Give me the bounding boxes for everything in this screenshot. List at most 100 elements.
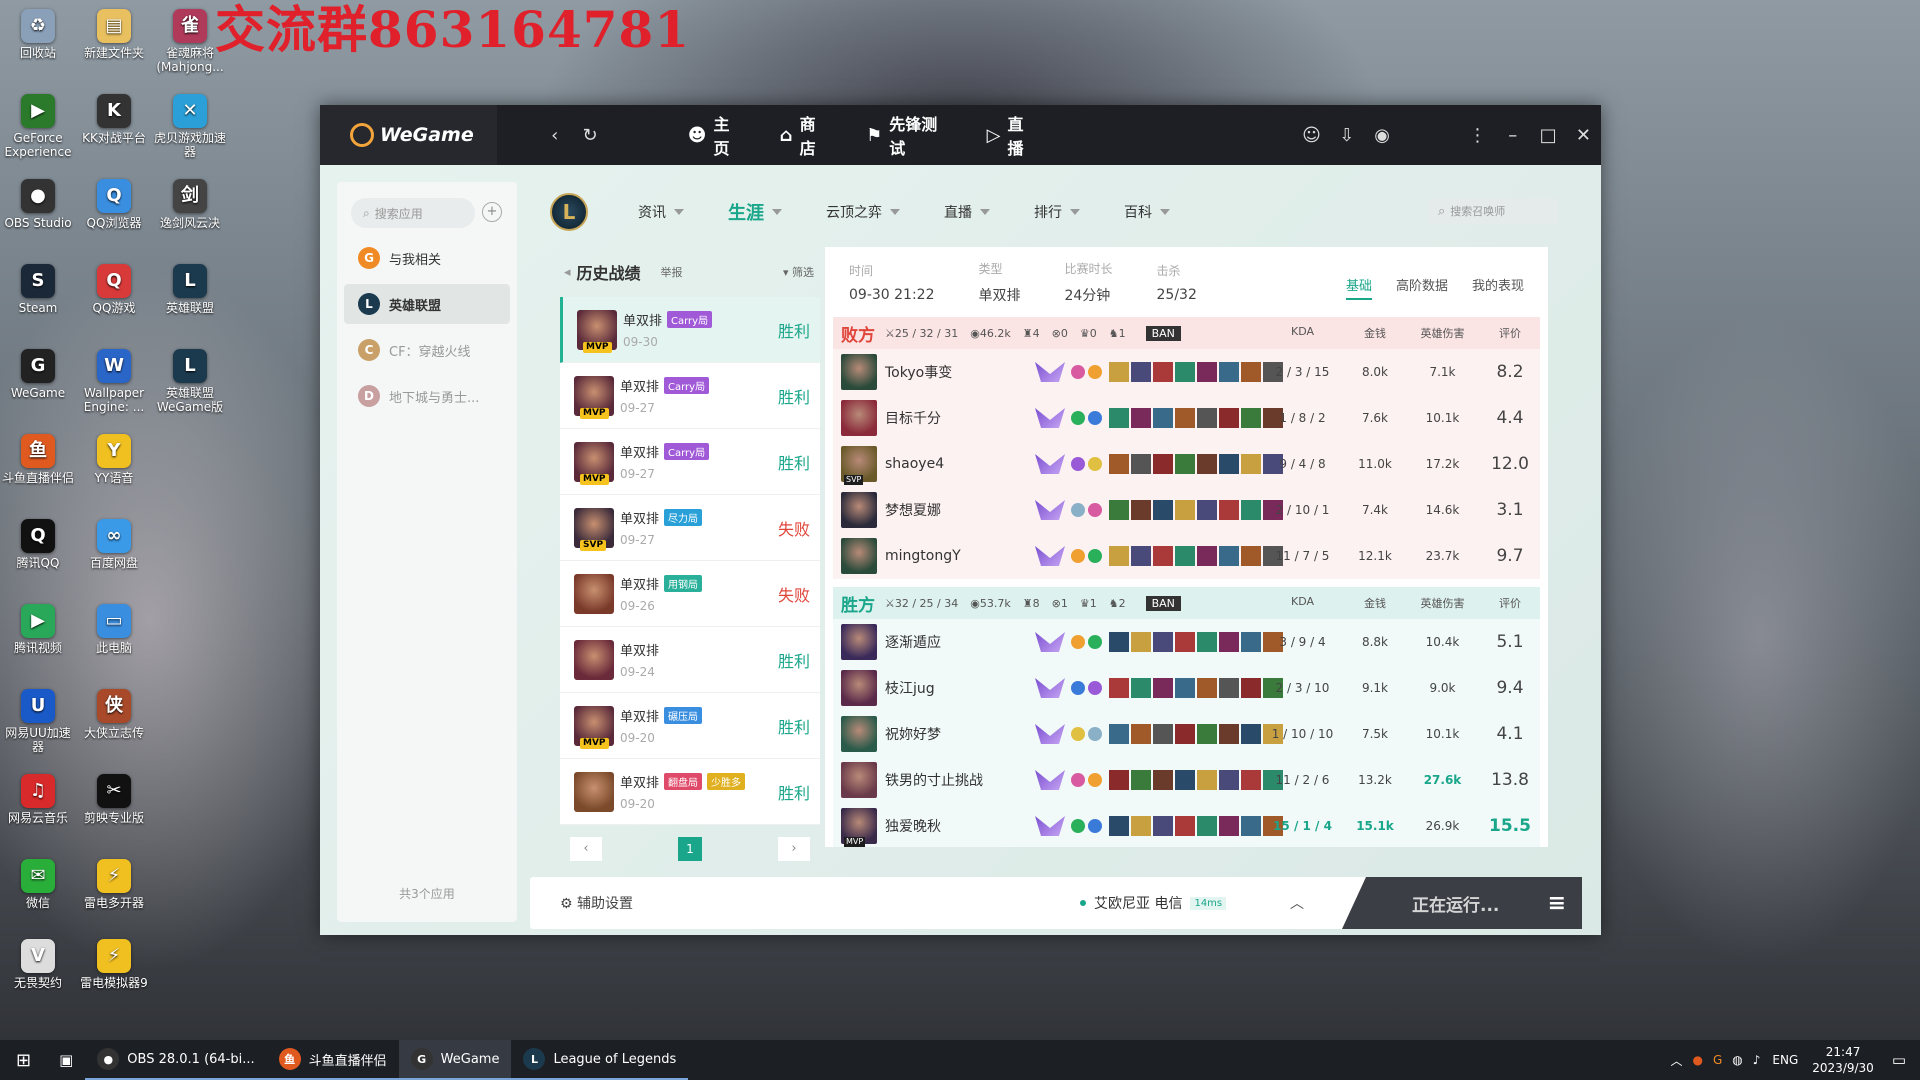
- lol-nav-item[interactable]: 直播: [944, 199, 990, 225]
- desktop-icon[interactable]: Q 腾讯QQ: [0, 515, 76, 570]
- minimize-icon[interactable]: –: [1495, 125, 1530, 146]
- player-row[interactable]: Tokyo事变 2 / 3 / 15 8.0k 7.1k 8.2: [833, 349, 1540, 395]
- clock[interactable]: 21:47 2023/9/30: [1812, 1044, 1874, 1076]
- friends-icon[interactable]: ☺: [1294, 125, 1329, 146]
- ban-label[interactable]: BAN: [1145, 325, 1181, 341]
- taskbar-app[interactable]: G WeGame: [398, 1040, 512, 1080]
- desktop-icon[interactable]: ♫ 网易云音乐: [0, 770, 76, 825]
- player-row[interactable]: 梦想夏娜 2 / 10 / 1 7.4k 14.6k 3.1: [833, 487, 1540, 533]
- wegame-logo[interactable]: WeGame: [320, 105, 498, 165]
- network-icon[interactable]: ◍: [1732, 1053, 1742, 1067]
- match-row[interactable]: MVP 单双排 碾压局 09-20 胜利: [560, 693, 820, 759]
- desktop-icon[interactable]: U 网易UU加速器: [0, 685, 76, 754]
- player-name[interactable]: 枝江jug: [885, 678, 1035, 698]
- player-name[interactable]: 祝妳好梦: [885, 724, 1035, 744]
- nav-0[interactable]: ☻ 主页: [688, 111, 744, 159]
- nav-2[interactable]: ⚑ 先锋测试: [866, 111, 951, 159]
- player-row[interactable]: 祝妳好梦 1 / 10 / 10 7.5k 10.1k 4.1: [833, 711, 1540, 757]
- desktop-icon[interactable]: 鱼斗鱼直播伴侣: [0, 430, 76, 485]
- lol-logo-icon[interactable]: L: [550, 193, 588, 231]
- next-page-button[interactable]: ›: [778, 837, 810, 861]
- desktop-icon[interactable]: 剑逸剑风云决: [152, 175, 228, 230]
- lol-nav-item[interactable]: 资讯: [638, 199, 684, 225]
- refresh-icon[interactable]: ↻: [572, 125, 607, 146]
- language-indicator[interactable]: ENG: [1772, 1053, 1798, 1067]
- running-button[interactable]: 正在运行... ≡: [1342, 877, 1582, 929]
- detail-tab[interactable]: 基础: [1345, 275, 1372, 300]
- sidebar-item[interactable]: D 地下城与勇士...: [344, 376, 510, 416]
- tray-app-icon[interactable]: ●: [1692, 1053, 1702, 1067]
- report-link[interactable]: 举报: [661, 264, 683, 280]
- match-row[interactable]: MVP 单双排 Carry局 09-27 胜利: [560, 429, 820, 495]
- page-number[interactable]: 1: [678, 837, 702, 861]
- player-name[interactable]: 目标千分: [885, 408, 1035, 428]
- notification-icon[interactable]: ▭: [1892, 1051, 1906, 1069]
- lol-nav-item[interactable]: 排行: [1034, 199, 1080, 225]
- player-name[interactable]: mingtongY: [885, 548, 1035, 564]
- nav-3[interactable]: ▷ 直播: [987, 111, 1038, 159]
- desktop-icon[interactable]: ✉ 微信: [0, 855, 76, 910]
- lol-nav-item[interactable]: 百科: [1124, 199, 1170, 225]
- tray-wegame-icon[interactable]: G: [1713, 1053, 1722, 1067]
- match-row[interactable]: 单双排 用钢局 09-26 失败: [560, 561, 820, 627]
- detail-tab[interactable]: 高阶数据: [1396, 275, 1448, 300]
- task-view-icon[interactable]: ▣: [47, 1040, 85, 1080]
- desktop-icon[interactable]: Q QQ游戏: [76, 260, 152, 315]
- player-row[interactable]: 逐渐遁应 3 / 9 / 4 8.8k 10.4k 5.1: [833, 619, 1540, 665]
- match-row[interactable]: MVP 单双排 Carry局 09-30 胜利: [560, 297, 820, 363]
- server-select[interactable]: 艾欧尼亚 电信 14ms: [1080, 893, 1227, 913]
- nav-1[interactable]: ⌂ 商店: [780, 111, 830, 159]
- desktop-icon[interactable]: L 英雄联盟: [152, 260, 228, 315]
- summoner-search-input[interactable]: ⌕ 搜索召唤师: [1428, 198, 1558, 224]
- sidebar-item[interactable]: G 与我相关: [344, 238, 510, 278]
- app-search-input[interactable]: ⌕ 搜索应用: [351, 198, 475, 228]
- menu-dots-icon[interactable]: ⋮: [1460, 125, 1495, 146]
- match-row[interactable]: 单双排 翻盘局 少胜多 09-20 胜利: [560, 759, 820, 825]
- player-row[interactable]: mingtongY 11 / 7 / 5 12.1k 23.7k 9.7: [833, 533, 1540, 579]
- taskbar-app[interactable]: ● OBS 28.0.1 (64-bi...: [85, 1040, 267, 1080]
- sidebar-item[interactable]: C CF：穿越火线: [344, 330, 510, 370]
- match-row[interactable]: MVP 单双排 Carry局 09-27 胜利: [560, 363, 820, 429]
- maximize-icon[interactable]: □: [1530, 125, 1565, 146]
- desktop-icon[interactable]: ▤ 新建文件夹: [76, 5, 152, 60]
- desktop-icon[interactable]: ▭ 此电脑: [76, 600, 152, 655]
- prev-page-button[interactable]: ‹: [570, 837, 602, 861]
- desktop-icon[interactable]: 侠大侠立志传: [76, 685, 152, 740]
- windows-start-icon[interactable]: ⊞: [0, 1040, 47, 1080]
- download-icon[interactable]: ⇩: [1329, 125, 1364, 146]
- desktop-icon[interactable]: ⚡ 雷电多开器: [76, 855, 152, 910]
- lol-nav-item[interactable]: 云顶之弈: [826, 199, 900, 225]
- match-row[interactable]: SVP 单双排 尽力局 09-27 失败: [560, 495, 820, 561]
- match-row[interactable]: 单双排 09-24 胜利: [560, 627, 820, 693]
- detail-tab[interactable]: 我的表现: [1472, 275, 1524, 300]
- desktop-icon[interactable]: K KK对战平台: [76, 90, 152, 145]
- player-row[interactable]: 铁男的寸止挑战 11 / 2 / 6 13.2k 27.6k 13.8: [833, 757, 1540, 803]
- tray-chevron-icon[interactable]: ︿: [1670, 1052, 1682, 1069]
- desktop-icon[interactable]: ♻ 回收站: [0, 5, 76, 60]
- sidebar-item[interactable]: L 英雄联盟: [344, 284, 510, 324]
- player-name[interactable]: 逐渐遁应: [885, 632, 1035, 652]
- desktop-icon[interactable]: L 英雄联盟 WeGame版: [152, 345, 228, 414]
- player-name[interactable]: 铁男的寸止挑战: [885, 770, 1035, 790]
- player-name[interactable]: 独爱晚秋: [885, 816, 1035, 836]
- avatar-icon[interactable]: ◉: [1364, 125, 1399, 146]
- filter-button[interactable]: ▾ 筛选: [783, 264, 814, 280]
- close-icon[interactable]: ✕: [1566, 125, 1601, 146]
- player-name[interactable]: shaoye4: [885, 456, 1035, 472]
- collapse-icon[interactable]: ◂: [564, 265, 571, 280]
- desktop-icon[interactable]: ▶ GeForce Experience: [0, 90, 76, 159]
- desktop-icon[interactable]: ⚡ 雷电模拟器9: [76, 935, 152, 990]
- desktop-icon[interactable]: V 无畏契约: [0, 935, 76, 990]
- back-icon[interactable]: ‹: [537, 125, 572, 146]
- player-row[interactable]: MVP 独爱晚秋 15 / 1 / 4 15.1k 26.9k 15.5: [833, 803, 1540, 847]
- player-row[interactable]: 目标千分 1 / 8 / 2 7.6k 10.1k 4.4: [833, 395, 1540, 441]
- add-app-button[interactable]: +: [482, 202, 502, 222]
- desktop-icon[interactable]: S Steam: [0, 260, 76, 315]
- desktop-icon[interactable]: ✕ 虎贝游戏加速器: [152, 90, 228, 159]
- player-row[interactable]: SVP shaoye4 9 / 4 / 8 11.0k 17.2k 12.0: [833, 441, 1540, 487]
- player-name[interactable]: Tokyo事变: [885, 362, 1035, 382]
- desktop-icon[interactable]: G WeGame: [0, 345, 76, 400]
- taskbar-app[interactable]: 鱼斗鱼直播伴侣: [266, 1040, 399, 1080]
- desktop-icon[interactable]: ∞ 百度网盘: [76, 515, 152, 570]
- desktop-icon[interactable]: ✂ 剪映专业版: [76, 770, 152, 825]
